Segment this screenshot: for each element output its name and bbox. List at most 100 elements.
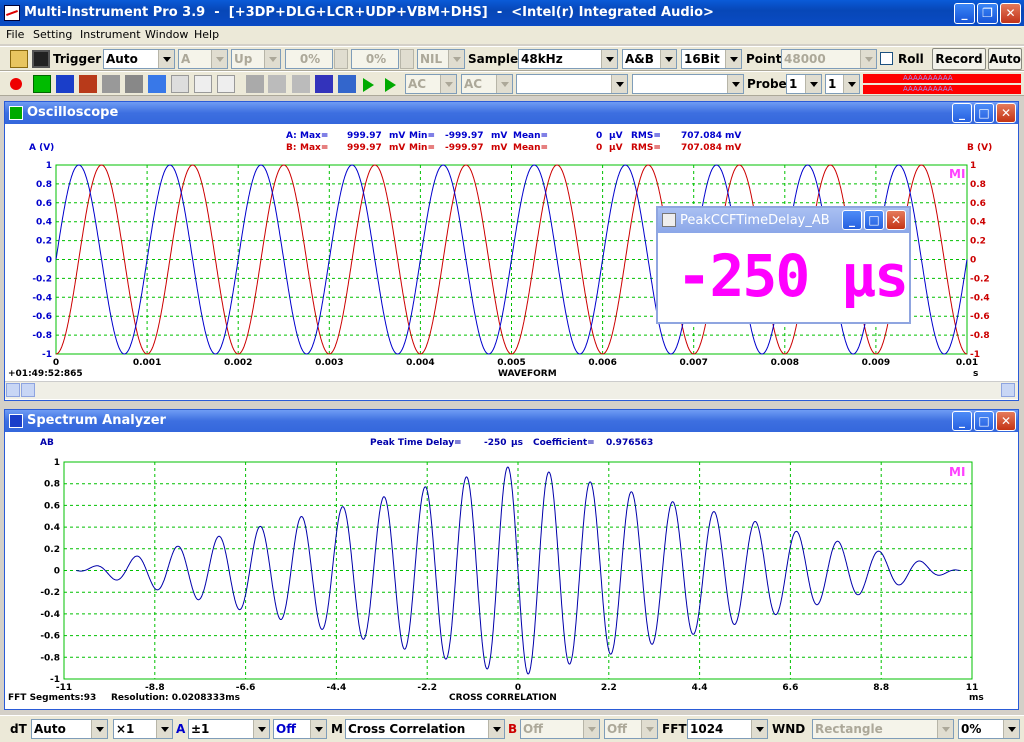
ddp-minimize-button[interactable]: _	[842, 210, 862, 230]
menu-instrument[interactable]: Instrument	[80, 28, 141, 41]
trigger-mode-select[interactable]: Auto	[103, 49, 175, 69]
level-field[interactable]: 0%	[351, 49, 399, 69]
menu-help[interactable]: Help	[194, 28, 219, 41]
coupling-b-select[interactable]: AC	[461, 74, 513, 94]
resolution: Resolution: 0.0208333ms	[111, 693, 240, 703]
menu-window[interactable]: Window	[145, 28, 188, 41]
spectrum-analyzer-icon[interactable]	[56, 75, 74, 93]
run-once-icon[interactable]	[385, 78, 396, 92]
window-function-select[interactable]: Rectangle	[812, 719, 954, 739]
scroll-thumb[interactable]	[21, 383, 35, 397]
3d-plot-icon[interactable]	[102, 75, 120, 93]
run-icon[interactable]	[363, 78, 374, 92]
fft-size-select[interactable]: 1024	[687, 719, 768, 739]
mode-select[interactable]: Cross Correlation	[345, 719, 505, 739]
filter-b-select[interactable]	[632, 74, 744, 94]
signal-generator-icon[interactable]	[148, 75, 166, 93]
toolbar-instruments: AC AC Probe 1 1 AAAAAAAAAA AAAAAAAAAA	[0, 71, 1024, 96]
channel-a-icon[interactable]	[268, 75, 286, 93]
probe-b-select[interactable]: 1	[825, 74, 860, 94]
auto-button[interactable]: Auto	[988, 48, 1022, 70]
y-tick-label: 0.6	[44, 501, 60, 511]
nil-select[interactable]: NIL	[417, 49, 465, 69]
svg-text:707.084: 707.084	[681, 143, 722, 153]
trigger-edge-select[interactable]: Up	[231, 49, 281, 69]
sa-close-button[interactable]: ✕	[996, 411, 1016, 431]
a-range-select[interactable]: ±1	[188, 719, 270, 739]
a-offset-select[interactable]: Off	[273, 719, 327, 739]
close-button[interactable]: ✕	[1000, 3, 1021, 24]
y-tick-label-right: 0	[970, 256, 976, 266]
cross-correlation-plot[interactable]: -11 -8.8 -6.6 -4.4 -2.2 0 2.2 4.4 6.6 8.8 1110.80.…	[5, 432, 1018, 708]
x-tick-label: 0.005	[497, 358, 525, 368]
y-tick-label: 0.2	[44, 545, 60, 555]
scroll-left-button[interactable]	[6, 383, 20, 397]
save-icon[interactable]	[32, 50, 50, 68]
svg-text:707.084: 707.084	[681, 131, 722, 141]
svg-text:A:: A:	[286, 131, 297, 141]
svg-text:999.97: 999.97	[347, 131, 382, 141]
menu-file[interactable]: File	[6, 28, 24, 41]
restore-button[interactable]: ❐	[977, 3, 998, 24]
channel-b-icon[interactable]	[292, 75, 310, 93]
speaker-icon[interactable]	[338, 75, 356, 93]
probe-label: Probe	[747, 77, 787, 91]
ddc-icon[interactable]	[217, 75, 235, 93]
sa-maximize-button[interactable]: □	[974, 411, 994, 431]
svg-text:-250: -250	[484, 438, 507, 448]
svg-text:µV: µV	[609, 131, 623, 141]
osc-horizontal-scrollbar[interactable]	[5, 381, 1018, 399]
sweep-icon[interactable]	[171, 75, 189, 93]
probe-a-select[interactable]: 1	[786, 74, 822, 94]
bits-select[interactable]: 16Bit	[681, 49, 742, 69]
y-tick-label: -1	[42, 350, 52, 360]
chart-icon[interactable]	[125, 75, 143, 93]
overlap-select[interactable]: 0%	[958, 719, 1020, 739]
sa-minimize-button[interactable]: _	[952, 411, 972, 431]
lock-icon[interactable]	[246, 75, 264, 93]
x-tick-label: 0.001	[133, 358, 161, 368]
y-tick-label-right: 0.8	[970, 180, 986, 190]
osc-x-unit: s	[973, 369, 978, 379]
menu-setting[interactable]: Setting	[33, 28, 72, 41]
osc-maximize-button[interactable]: □	[974, 103, 994, 123]
b-offset-select[interactable]: Off	[604, 719, 658, 739]
svg-text:mV: mV	[491, 143, 507, 153]
coupling-a-select[interactable]: AC	[405, 74, 457, 94]
scale-select[interactable]: ×1	[113, 719, 173, 739]
open-folder-icon[interactable]	[10, 50, 28, 68]
ddp-icon[interactable]	[194, 75, 212, 93]
x-tick-label: 0.009	[862, 358, 890, 368]
input-level-meter-a: AAAAAAAAAA	[863, 74, 1021, 83]
record-button[interactable]: Record	[932, 48, 986, 70]
oscilloscope-caption: Oscilloscope _ □ ✕	[5, 102, 1018, 124]
points-select[interactable]: 48000	[781, 49, 877, 69]
minimize-button[interactable]: _	[954, 3, 975, 24]
ddp-maximize-button[interactable]: □	[864, 210, 884, 230]
calibrate-icon[interactable]	[315, 75, 333, 93]
x-tick-label: 0.003	[315, 358, 343, 368]
dt-select[interactable]: Auto	[31, 719, 108, 739]
osc-minimize-button[interactable]: _	[952, 103, 972, 123]
x-tick-label: 0.006	[588, 358, 616, 368]
roll-checkbox[interactable]	[880, 52, 893, 65]
scroll-right-button[interactable]	[1001, 383, 1015, 397]
multimeter-icon[interactable]	[79, 75, 97, 93]
record-icon[interactable]	[10, 78, 22, 90]
pretrigger-spinner[interactable]	[334, 49, 348, 69]
level-spinner[interactable]	[400, 49, 414, 69]
svg-text:µs: µs	[511, 438, 523, 448]
m-label: M	[331, 722, 343, 736]
trigger-channel-select[interactable]: A	[178, 49, 228, 69]
spectrum-title: Spectrum Analyzer	[27, 413, 166, 428]
filter-a-select[interactable]	[516, 74, 628, 94]
sample-rate-select[interactable]: 48kHz	[518, 49, 618, 69]
b-range-select[interactable]: Off	[520, 719, 600, 739]
ddp-close-button[interactable]: ✕	[886, 210, 906, 230]
osc-close-button[interactable]: ✕	[996, 103, 1016, 123]
oscilloscope-icon[interactable]	[33, 75, 51, 93]
x-tick-label: -8.8	[145, 683, 165, 693]
channels-select[interactable]: A&B	[622, 49, 677, 69]
pretrigger-field[interactable]: 0%	[285, 49, 333, 69]
x-tick-label: 0.008	[771, 358, 799, 368]
